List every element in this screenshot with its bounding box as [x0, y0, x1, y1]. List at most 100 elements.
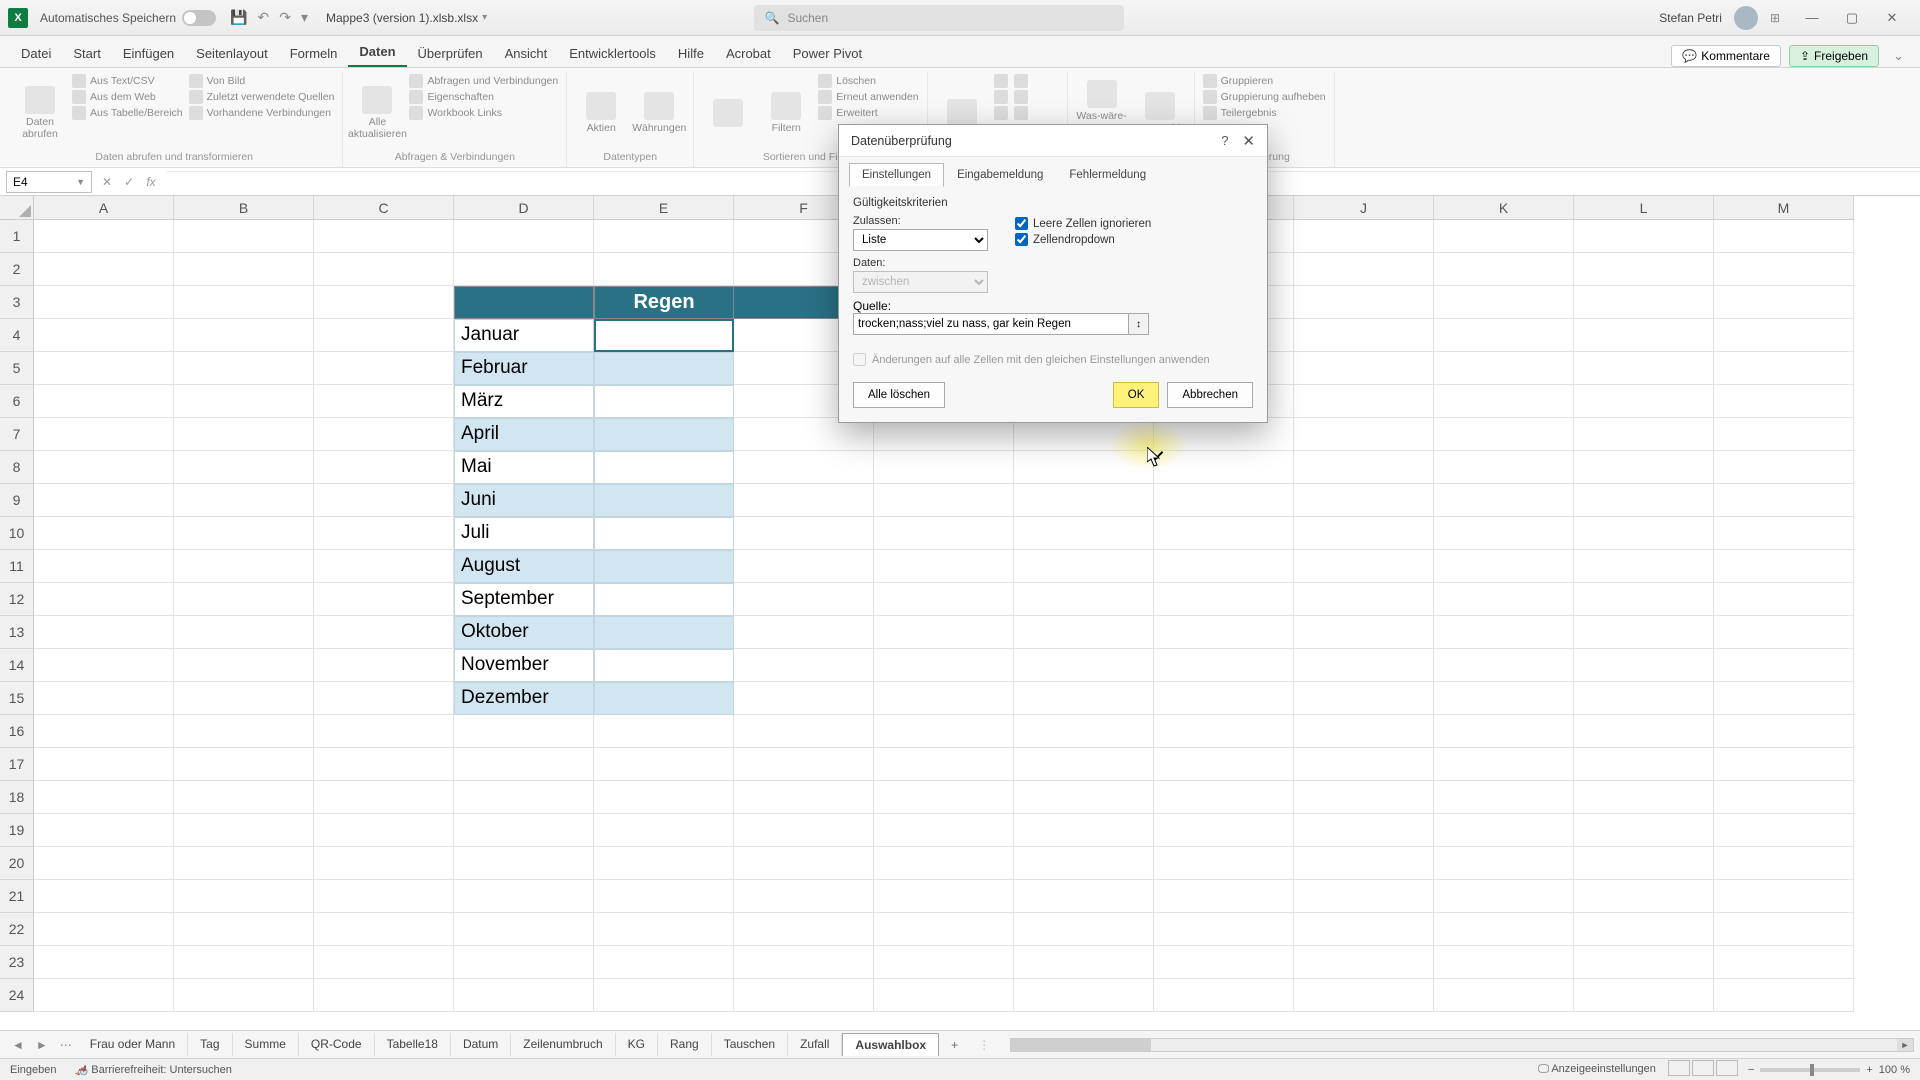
cell[interactable] [874, 583, 1014, 616]
cell[interactable] [1294, 979, 1434, 1012]
cell[interactable] [1714, 583, 1854, 616]
cell[interactable] [1014, 781, 1154, 814]
cell[interactable] [1574, 286, 1714, 319]
cell[interactable] [314, 715, 454, 748]
cell[interactable] [874, 748, 1014, 781]
ungroup-rows[interactable]: Gruppierung aufheben [1203, 90, 1326, 104]
row-header-23[interactable]: 23 [0, 946, 33, 979]
cell[interactable] [1014, 913, 1154, 946]
cell[interactable] [174, 418, 314, 451]
cell[interactable] [1014, 979, 1154, 1012]
row-header-13[interactable]: 13 [0, 616, 33, 649]
cell[interactable] [734, 748, 874, 781]
cell[interactable] [34, 319, 174, 352]
cell[interactable] [734, 781, 874, 814]
cell[interactable] [1714, 847, 1854, 880]
tab-ansicht[interactable]: Ansicht [494, 40, 559, 67]
regen-cell-8[interactable] [594, 451, 734, 484]
cell[interactable] [34, 418, 174, 451]
month-cell-april[interactable]: April [454, 418, 594, 451]
cell[interactable] [1574, 385, 1714, 418]
col-header-C[interactable]: C [314, 196, 454, 219]
row-header-6[interactable]: 6 [0, 385, 33, 418]
cell[interactable] [1014, 451, 1154, 484]
regen-cell-13[interactable] [594, 616, 734, 649]
filter-button[interactable]: Filtern [760, 74, 812, 151]
cell[interactable] [1714, 715, 1854, 748]
month-cell-februar[interactable]: Februar [454, 352, 594, 385]
month-cell-dezember[interactable]: Dezember [454, 682, 594, 715]
cell[interactable] [1714, 913, 1854, 946]
row-header-4[interactable]: 4 [0, 319, 33, 352]
cell[interactable] [1014, 616, 1154, 649]
autosave-control[interactable]: Automatisches Speichern [40, 10, 216, 26]
cell[interactable] [874, 715, 1014, 748]
row-header-18[interactable]: 18 [0, 781, 33, 814]
cell[interactable] [1294, 517, 1434, 550]
cell[interactable] [1574, 616, 1714, 649]
row-header-11[interactable]: 11 [0, 550, 33, 583]
cell[interactable] [874, 781, 1014, 814]
cell[interactable] [34, 715, 174, 748]
share-button[interactable]: ⇪Freigeben [1789, 45, 1879, 67]
col-header-M[interactable]: M [1714, 196, 1854, 219]
cell[interactable] [1574, 319, 1714, 352]
comments-button[interactable]: 💬Kommentare [1671, 45, 1781, 67]
cell[interactable] [1154, 484, 1294, 517]
cell[interactable] [454, 220, 594, 253]
dialog-help-button[interactable]: ? [1221, 133, 1228, 148]
cell[interactable] [1154, 781, 1294, 814]
month-cell-märz[interactable]: März [454, 385, 594, 418]
confirm-formula-icon[interactable]: ✓ [120, 175, 138, 189]
sheet-tab-kg[interactable]: KG [616, 1033, 658, 1056]
cell[interactable] [1434, 352, 1574, 385]
cell[interactable] [734, 616, 874, 649]
cell[interactable] [1714, 286, 1854, 319]
cell[interactable] [454, 781, 594, 814]
cell[interactable] [874, 880, 1014, 913]
cell[interactable] [174, 451, 314, 484]
cell[interactable] [1574, 583, 1714, 616]
row-header-2[interactable]: 2 [0, 253, 33, 286]
cell[interactable] [314, 352, 454, 385]
cell[interactable] [454, 880, 594, 913]
cell[interactable] [1434, 748, 1574, 781]
name-box-dropdown-icon[interactable]: ▼ [76, 177, 85, 187]
cell[interactable] [314, 946, 454, 979]
scroll-thumb[interactable] [1011, 1039, 1151, 1051]
cell[interactable] [734, 814, 874, 847]
cell[interactable] [1574, 748, 1714, 781]
cell[interactable] [1434, 781, 1574, 814]
cell[interactable] [1294, 946, 1434, 979]
cell[interactable] [174, 913, 314, 946]
tab-seitenlayout[interactable]: Seitenlayout [185, 40, 279, 67]
cell[interactable] [734, 715, 874, 748]
cell[interactable] [34, 979, 174, 1012]
cell[interactable] [314, 550, 454, 583]
cell[interactable] [1574, 880, 1714, 913]
cell[interactable] [594, 847, 734, 880]
maximize-button[interactable]: ▢ [1832, 3, 1872, 33]
cell[interactable] [34, 484, 174, 517]
cell[interactable] [734, 979, 874, 1012]
regen-cell-12[interactable] [594, 583, 734, 616]
month-cell-august[interactable]: August [454, 550, 594, 583]
cell[interactable] [1714, 814, 1854, 847]
user-avatar[interactable] [1734, 6, 1758, 30]
cell[interactable] [454, 946, 594, 979]
cell[interactable] [1434, 418, 1574, 451]
cell[interactable] [1574, 418, 1714, 451]
existing-connections[interactable]: Vorhandene Verbindungen [189, 106, 335, 120]
properties[interactable]: Eigenschaften [409, 90, 558, 104]
tab-daten[interactable]: Daten [348, 38, 406, 67]
regen-cell-7[interactable] [594, 418, 734, 451]
cell[interactable] [34, 550, 174, 583]
cell[interactable] [1574, 253, 1714, 286]
cell[interactable] [1294, 550, 1434, 583]
cell[interactable] [734, 682, 874, 715]
cell[interactable] [1014, 517, 1154, 550]
normal-view-icon[interactable] [1668, 1060, 1690, 1076]
cell[interactable] [874, 847, 1014, 880]
cell[interactable] [1294, 715, 1434, 748]
cell[interactable] [1014, 583, 1154, 616]
